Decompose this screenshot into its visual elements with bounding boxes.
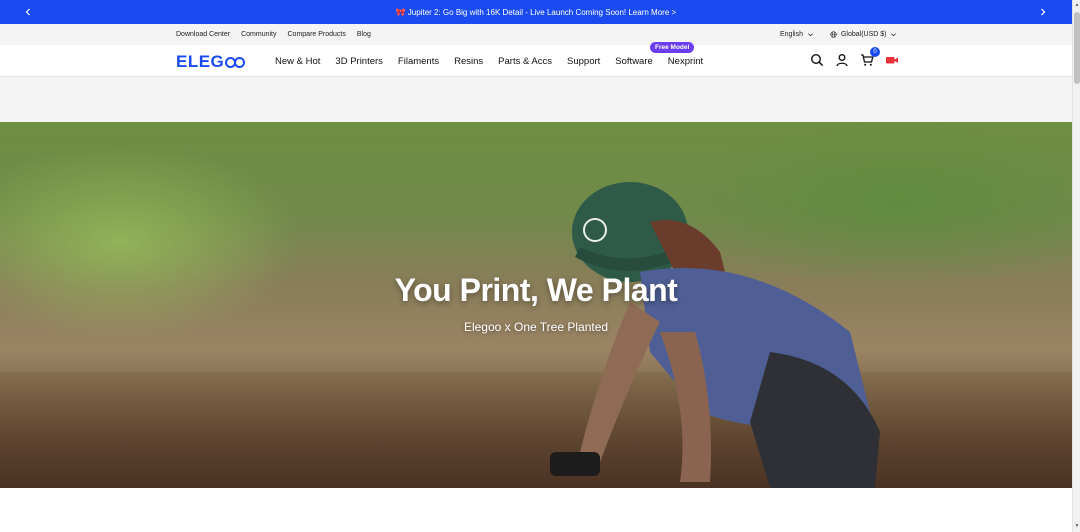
user-icon[interactable] bbox=[835, 53, 849, 67]
scroll-up-icon[interactable]: ▲ bbox=[1074, 1, 1080, 9]
cart-icon[interactable]: 0 bbox=[860, 47, 880, 67]
main-header: ELEG New & Hot 3D Printers Filaments Res… bbox=[0, 42, 1072, 77]
scrollbar-thumb[interactable] bbox=[1074, 12, 1080, 84]
utility-links: Download Center Community Compare Produc… bbox=[176, 24, 371, 45]
search-icon[interactable] bbox=[810, 53, 824, 67]
language-selector[interactable]: English bbox=[780, 31, 814, 38]
nav-3d-printers[interactable]: 3D Printers bbox=[335, 56, 383, 67]
scroll-down-icon[interactable]: ▼ bbox=[1074, 522, 1080, 530]
logo-rings bbox=[225, 56, 246, 68]
utility-link-compare-products[interactable]: Compare Products bbox=[288, 31, 346, 38]
video-camera-icon[interactable] bbox=[885, 53, 899, 67]
logo-text: ELEG bbox=[176, 52, 225, 71]
page-scrollbar[interactable]: ▲ ▼ bbox=[1072, 0, 1080, 532]
globe-icon bbox=[830, 31, 837, 38]
content-area bbox=[0, 488, 1072, 532]
language-label: English bbox=[780, 31, 803, 38]
utility-link-blog[interactable]: Blog bbox=[357, 31, 371, 38]
elegoo-logo[interactable]: ELEG bbox=[176, 52, 246, 72]
header-icons: 0 bbox=[810, 47, 899, 67]
hero-subtitle: Elegoo x One Tree Planted bbox=[463, 320, 609, 334]
nav-support[interactable]: Support bbox=[567, 56, 600, 67]
chevron-down-icon bbox=[891, 33, 897, 37]
utility-bar: Download Center Community Compare Produc… bbox=[0, 24, 1072, 45]
nav-software[interactable]: Software bbox=[615, 56, 653, 67]
spacer-band bbox=[0, 77, 1072, 122]
region-selector[interactable]: Global(USD $) bbox=[830, 31, 898, 38]
chevron-left-icon[interactable] bbox=[18, 0, 38, 24]
nav-resins[interactable]: Resins bbox=[454, 56, 483, 67]
region-label: Global(USD $) bbox=[840, 31, 887, 38]
utility-link-community[interactable]: Community bbox=[241, 31, 276, 38]
hero-title: You Print, We Plant bbox=[394, 272, 678, 308]
nav-new-hot[interactable]: New & Hot bbox=[275, 56, 320, 67]
free-model-badge: Free Model bbox=[650, 42, 695, 53]
cart-count-badge: 0 bbox=[870, 47, 880, 57]
chevron-down-icon bbox=[807, 33, 813, 37]
chevron-right-icon[interactable] bbox=[1033, 0, 1053, 24]
nav-filaments[interactable]: Filaments bbox=[398, 56, 439, 67]
nav-nexprint[interactable]: Nexprint bbox=[668, 56, 703, 67]
announcement-bar: 🎀 Jupiter 2: Go Big with 16K Detail - Li… bbox=[0, 0, 1072, 24]
locale-selectors: English Global(USD $) bbox=[780, 24, 897, 45]
announcement-link[interactable]: Jupiter 2: Go Big with 16K Detail - Live… bbox=[408, 8, 676, 17]
hero-banner[interactable]: You Print, We Plant Elegoo x One Tree Pl… bbox=[0, 122, 1072, 488]
main-nav: New & Hot 3D Printers Filaments Resins P… bbox=[275, 45, 703, 77]
nav-parts-accs[interactable]: Parts & Accs bbox=[498, 56, 552, 67]
announcement-emoji: 🎀 bbox=[395, 7, 406, 17]
utility-link-download-center[interactable]: Download Center bbox=[176, 31, 230, 38]
